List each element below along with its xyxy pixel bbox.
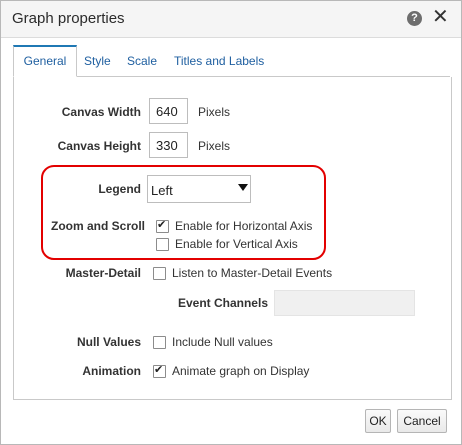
dropdown-arrow-icon xyxy=(238,184,248,191)
null-values-label: Null Values xyxy=(76,335,141,349)
ok-button[interactable]: OK xyxy=(365,409,391,433)
legend-label: Legend xyxy=(98,182,141,196)
canvas-width-input[interactable] xyxy=(149,98,188,124)
master-detail-label: Master-Detail xyxy=(65,266,141,280)
include-null-values-label: Include Null values xyxy=(172,335,273,349)
legend-select-value: Left xyxy=(151,183,173,198)
animate-graph-checkbox[interactable]: ✔ xyxy=(153,364,166,378)
animate-graph-label: Animate graph on Display xyxy=(172,364,310,378)
dialog-titlebar: Graph properties ? ✕ xyxy=(1,1,461,38)
graph-properties-dialog: Graph properties ? ✕ General Style Scale… xyxy=(0,0,462,445)
event-channels-label: Event Channels xyxy=(177,296,268,310)
event-channels-field xyxy=(274,290,415,316)
checkmark-icon: ✔ xyxy=(154,364,164,376)
help-icon[interactable]: ? xyxy=(407,11,422,26)
tab-scale[interactable]: Scale xyxy=(127,45,157,75)
master-detail-checkbox[interactable] xyxy=(153,267,166,280)
canvas-height-unit: Pixels xyxy=(198,139,231,153)
horizontal-axis-checkbox[interactable]: ✔ xyxy=(156,219,169,233)
master-detail-listen-label: Listen to Master-Detail Events xyxy=(172,266,333,280)
canvas-width-unit: Pixels xyxy=(198,105,231,119)
vertical-axis-label: Enable for Vertical Axis xyxy=(175,237,298,251)
animation-label: Animation xyxy=(82,364,141,378)
tab-strip: General Style Scale Titles and Labels xyxy=(13,45,450,77)
canvas-height-input[interactable] xyxy=(149,132,188,158)
vertical-axis-checkbox[interactable] xyxy=(156,238,169,251)
dialog-title: Graph properties xyxy=(12,10,125,27)
canvas-width-label: Canvas Width xyxy=(61,105,141,119)
close-icon[interactable]: ✕ xyxy=(432,7,449,27)
tab-titles-and-labels[interactable]: Titles and Labels xyxy=(174,45,264,75)
checkmark-icon: ✔ xyxy=(157,219,167,231)
tab-general[interactable]: General xyxy=(13,45,77,77)
zoom-scroll-label: Zoom and Scroll xyxy=(50,219,145,233)
include-null-values-checkbox[interactable] xyxy=(153,336,166,349)
legend-select[interactable]: Left xyxy=(147,175,251,203)
cancel-button[interactable]: Cancel xyxy=(397,409,447,433)
canvas-height-label: Canvas Height xyxy=(57,139,141,153)
tab-style[interactable]: Style xyxy=(84,45,111,75)
horizontal-axis-label: Enable for Horizontal Axis xyxy=(175,219,313,233)
